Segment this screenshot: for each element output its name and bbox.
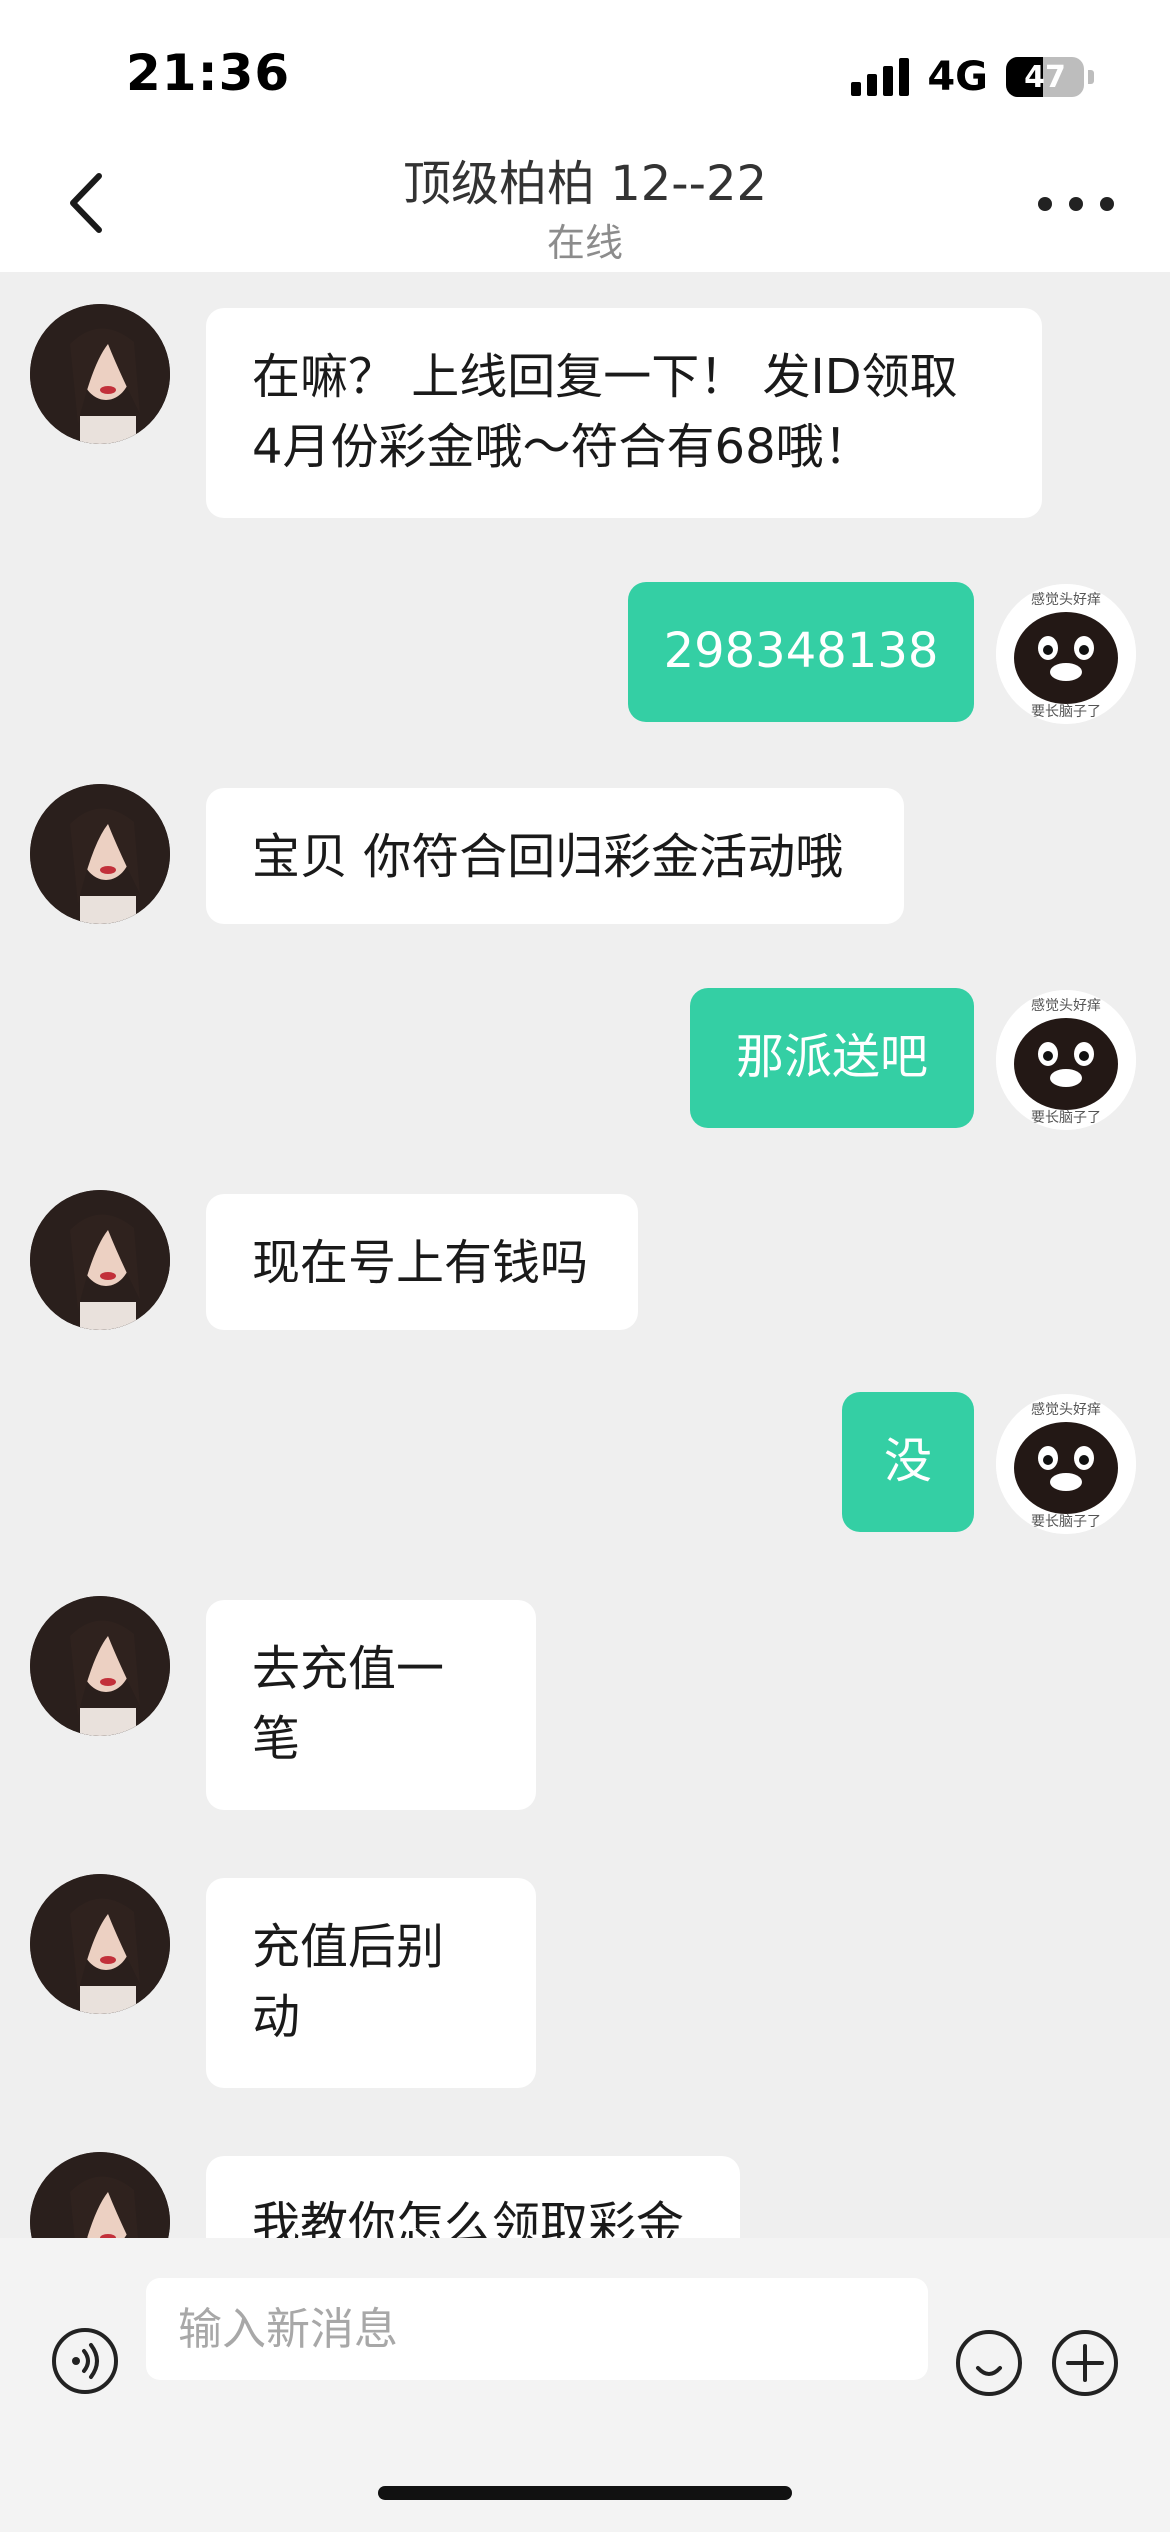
message-bubble-received[interactable]: 现在号上有钱吗 [206,1194,638,1330]
portrait-icon [30,1874,170,2014]
ellipsis-icon [1069,197,1083,211]
portrait-icon [30,304,170,444]
more-button[interactable] [1038,184,1114,224]
message-input[interactable] [146,2278,928,2380]
top-bar: 21:36 4G 47 顶级柏柏 12--22 在线 [0,0,1170,272]
contact-avatar[interactable] [30,1596,170,1736]
home-indicator [378,2486,792,2500]
message-bubble-sent[interactable]: 没 [842,1392,974,1532]
avatar-caption-bottom: 要长脑子了 [1031,704,1101,720]
status-indicators: 4G 47 [851,52,1094,102]
voice-button[interactable] [52,2328,118,2394]
online-status: 在线 [546,221,623,265]
message-bubble-received[interactable]: 在嘛？ 上线回复一下！ 发ID领取 4月份彩金哦～符合有68哦！ [206,308,1042,518]
my-avatar[interactable]: 感觉头好痒 要长脑子了 [996,584,1136,724]
plus-icon [1066,2344,1104,2382]
message-bubble-received[interactable]: 宝贝 你符合回归彩金活动哦 [206,788,904,924]
plus-button[interactable] [1052,2330,1118,2396]
battery-icon: 47 [1006,57,1084,97]
avatar-caption-top: 感觉头好痒 [1031,591,1101,608]
my-avatar[interactable]: 感觉头好痒 要长脑子了 [996,1394,1136,1534]
ellipsis-icon [1038,197,1052,211]
portrait-icon [30,1190,170,1330]
contact-avatar[interactable] [30,2152,170,2238]
penguin-sticker-icon: 感觉头好痒 要长脑子了 [996,584,1136,724]
portrait-icon [30,1596,170,1736]
chat-title: 顶级柏柏 12--22 [402,156,768,212]
message-bubble-received[interactable]: 充值后别动 [206,1878,536,2088]
contact-avatar[interactable] [30,1874,170,2014]
status-time: 21:36 [126,44,291,102]
portrait-icon [30,784,170,924]
battery-nub [1088,70,1094,84]
emoji-icon [976,2366,1002,2376]
signal-icon [851,58,910,96]
ellipsis-icon [1100,197,1114,211]
emoji-button[interactable] [956,2330,1022,2396]
contact-avatar[interactable] [30,784,170,924]
chat-area[interactable]: 在嘛？ 上线回复一下！ 发ID领取 4月份彩金哦～符合有68哦！ 2983481… [0,272,1170,2238]
message-bubble-received[interactable]: 我教你怎么领取彩金 [206,2156,740,2238]
avatar-caption-bottom: 要长脑子了 [1031,1110,1101,1126]
portrait-icon [30,2152,170,2238]
message-bubble-sent[interactable]: 298348138 [628,582,974,722]
contact-avatar[interactable] [30,1190,170,1330]
voice-icon [72,2343,99,2379]
network-type: 4G [927,54,988,100]
penguin-sticker-icon: 感觉头好痒 要长脑子了 [996,990,1136,1130]
input-bar [0,2238,1170,2532]
contact-avatar[interactable] [30,304,170,444]
avatar-caption-bottom: 要长脑子了 [1031,1514,1101,1530]
message-bubble-sent[interactable]: 那派送吧 [690,988,974,1128]
battery-level: 47 [1024,59,1066,95]
avatar-caption-top: 感觉头好痒 [1031,1401,1101,1418]
my-avatar[interactable]: 感觉头好痒 要长脑子了 [996,990,1136,1130]
penguin-sticker-icon: 感觉头好痒 要长脑子了 [996,1394,1136,1534]
avatar-caption-top: 感觉头好痒 [1031,997,1101,1014]
message-bubble-received[interactable]: 去充值一笔 [206,1600,536,1810]
